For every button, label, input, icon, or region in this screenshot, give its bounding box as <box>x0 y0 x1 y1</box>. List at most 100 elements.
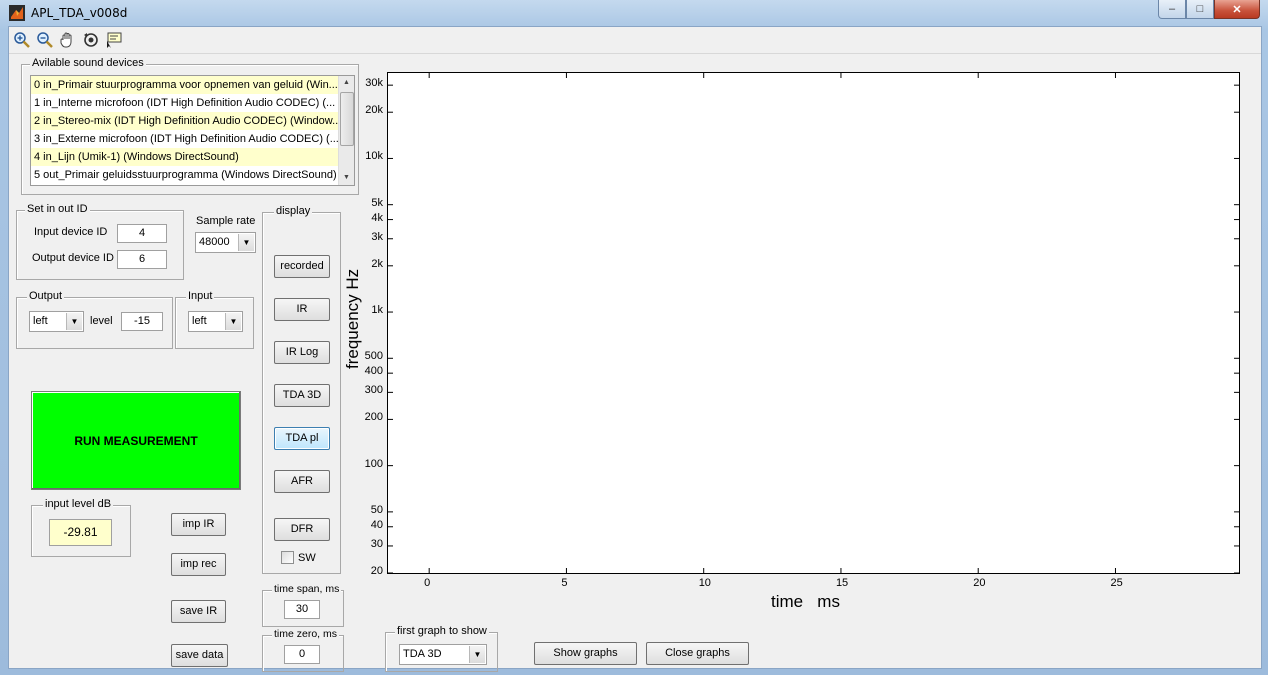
output-channel-value: left <box>33 315 48 327</box>
input-id-field[interactable]: 4 <box>117 224 167 243</box>
tda-3d-button[interactable]: TDA 3D <box>274 384 330 407</box>
list-item[interactable]: 3 in_Externe microfoon (IDT High Definit… <box>31 130 354 148</box>
matlab-icon <box>9 5 25 21</box>
sample-rate-value: 48000 <box>199 236 230 248</box>
y-axis-label: frequency Hz <box>343 268 362 369</box>
y-tick-label: 3k <box>371 230 383 243</box>
imp-rec-button[interactable]: imp rec <box>171 553 226 576</box>
devices-legend: Avilable sound devices <box>30 57 146 69</box>
save-data-button[interactable]: save data <box>171 644 228 667</box>
input-group: Input left ▼ <box>175 290 254 349</box>
data-cursor-icon[interactable] <box>105 31 123 49</box>
rotate-3d-icon[interactable] <box>82 31 100 49</box>
minimize-button[interactable]: – <box>1158 0 1186 19</box>
y-tick-label: 30k <box>365 77 383 90</box>
time-zero-group: time zero, ms 0 <box>262 628 344 672</box>
recorded-button[interactable]: recorded <box>274 255 330 278</box>
list-item[interactable]: 5 out_Primair geluidsstuurprogramma (Win… <box>31 166 354 184</box>
first-graph-value: TDA 3D <box>403 648 442 660</box>
list-item[interactable]: 0 in_Primair stuurprogramma voor opnemen… <box>31 76 354 94</box>
y-tick-label: 5k <box>371 196 383 209</box>
chevron-down-icon[interactable]: ▼ <box>225 313 241 330</box>
run-measurement-button[interactable]: RUN MEASUREMENT <box>31 391 241 490</box>
scroll-thumb[interactable] <box>340 92 354 146</box>
display-legend: display <box>274 205 313 217</box>
y-tick-label: 10k <box>365 150 383 163</box>
level-label: level <box>90 315 113 327</box>
scroll-down-icon[interactable]: ▼ <box>339 171 354 185</box>
y-tick-label: 4k <box>371 211 383 224</box>
sw-checkbox[interactable] <box>281 551 294 564</box>
scroll-up-icon[interactable]: ▲ <box>339 76 354 90</box>
output-group: Output left ▼ level -15 <box>16 290 173 349</box>
first-graph-legend: first graph to show <box>395 625 489 637</box>
x-axis-label: time ms <box>771 592 840 611</box>
zoom-in-icon[interactable] <box>13 31 31 49</box>
output-channel-select[interactable]: left ▼ <box>29 311 84 332</box>
time-span-field[interactable]: 30 <box>284 600 320 619</box>
output-id-field[interactable]: 6 <box>117 250 167 269</box>
x-tick-label: 15 <box>835 577 849 589</box>
input-level-legend: input level dB <box>43 498 114 510</box>
tda-spectrogram <box>388 73 1239 574</box>
first-graph-group: first graph to show TDA 3D ▼ <box>385 625 498 672</box>
level-field[interactable]: -15 <box>121 312 163 331</box>
set-id-group: Set in out ID Input device ID 4 Output d… <box>16 203 184 280</box>
y-tick-label: 50 <box>370 503 383 516</box>
close-button[interactable]: ✕ <box>1214 0 1260 19</box>
y-tick-label: 300 <box>364 384 383 397</box>
input-channel-select[interactable]: left ▼ <box>188 311 243 332</box>
devices-listbox[interactable]: 0 in_Primair stuurprogramma voor opnemen… <box>30 75 355 186</box>
input-id-label: Input device ID <box>34 226 108 238</box>
window-title: APL_TDA_v008d <box>31 6 128 20</box>
tick-marks <box>388 73 1239 574</box>
y-tick-label: 500 <box>364 350 383 363</box>
devices-group: Avilable sound devices 0 in_Primair stuu… <box>21 57 359 195</box>
output-legend: Output <box>27 290 65 302</box>
save-ir-button[interactable]: save IR <box>171 600 226 623</box>
time-span-legend: time span, ms <box>272 583 342 595</box>
zoom-out-icon[interactable] <box>36 31 54 49</box>
devices-scrollbar[interactable]: ▲ ▼ <box>338 76 354 185</box>
list-item[interactable]: 4 in_Lijn (Umik-1) (Windows DirectSound) <box>31 148 354 166</box>
tda-plot-axes[interactable] <box>387 72 1240 574</box>
main-panel: Avilable sound devices 0 in_Primair stuu… <box>9 54 1261 672</box>
x-tick-label: 25 <box>1110 577 1123 589</box>
chevron-down-icon[interactable]: ▼ <box>66 313 82 330</box>
imp-ir-button[interactable]: imp IR <box>171 513 226 536</box>
input-level-value: -29.81 <box>49 519 112 546</box>
x-tick-label: 5 <box>561 577 568 589</box>
first-graph-select[interactable]: TDA 3D ▼ <box>399 644 487 665</box>
chevron-down-icon[interactable]: ▼ <box>469 646 485 663</box>
chevron-down-icon[interactable]: ▼ <box>238 234 254 251</box>
list-item[interactable]: 2 in_Stereo-mix (IDT High Definition Aud… <box>31 112 354 130</box>
client-area: Avilable sound devices 0 in_Primair stuu… <box>8 26 1262 672</box>
show-graphs-button[interactable]: Show graphs <box>534 642 637 665</box>
y-tick-label: 400 <box>364 365 383 378</box>
y-tick-label: 1k <box>371 304 383 317</box>
sample-rate-select[interactable]: 48000 ▼ <box>195 232 256 253</box>
dfr-button[interactable]: DFR <box>274 518 330 541</box>
tda-pl-button[interactable]: TDA pl <box>274 427 330 450</box>
afr-button[interactable]: AFR <box>274 470 330 493</box>
ir-log-button[interactable]: IR Log <box>274 341 330 364</box>
x-tick-label: 10 <box>698 577 711 589</box>
maximize-button[interactable]: □ <box>1186 0 1214 19</box>
y-tick-label: 20k <box>365 104 383 117</box>
time-zero-field[interactable]: 0 <box>284 645 320 664</box>
x-tick-label: 0 <box>424 577 431 589</box>
list-item[interactable]: 1 in_Interne microfoon (IDT High Definit… <box>31 94 354 112</box>
y-tick-label: 40 <box>370 518 383 531</box>
y-tick-label: 20 <box>370 565 383 577</box>
time-span-group: time span, ms 30 <box>262 583 344 627</box>
toolbar <box>9 27 1261 54</box>
y-tick-label: 30 <box>370 537 383 550</box>
ir-button[interactable]: IR <box>274 298 330 321</box>
app-window: APL_TDA_v008d – □ ✕ Avilable sound devic… <box>0 0 1268 675</box>
sw-label: SW <box>298 552 316 564</box>
pan-hand-icon[interactable] <box>59 31 77 49</box>
sample-rate-label: Sample rate <box>196 215 256 227</box>
title-bar[interactable]: APL_TDA_v008d – □ ✕ <box>0 0 1268 26</box>
close-graphs-button[interactable]: Close graphs <box>646 642 749 665</box>
close-icon: ✕ <box>1232 3 1242 16</box>
